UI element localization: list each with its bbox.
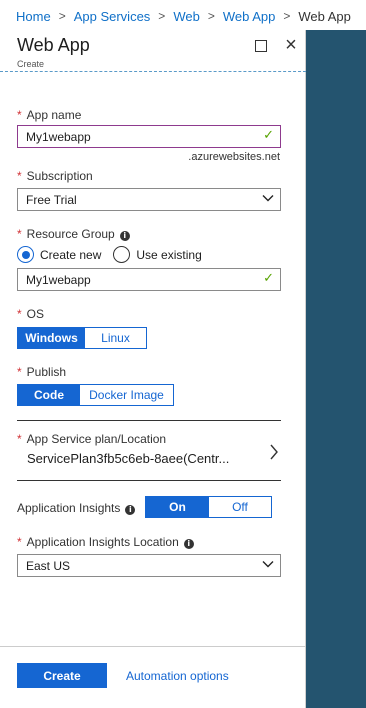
app-service-plan-label: * App Service plan/Location: [17, 432, 166, 446]
os-label: * OS: [17, 307, 44, 321]
os-option-linux[interactable]: Linux: [85, 328, 146, 348]
app-name-label: * App name: [17, 108, 81, 122]
publish-toggle: Code Docker Image: [17, 384, 174, 406]
insights-option-off[interactable]: Off: [209, 497, 271, 517]
info-icon[interactable]: i: [125, 505, 136, 515]
breadcrumb-web-app[interactable]: Web App: [223, 9, 276, 24]
required-marker: *: [17, 227, 22, 241]
resource-group-label-text: Resource Group: [26, 227, 115, 241]
radio-create-new-label: Create new: [40, 247, 102, 262]
section-divider: [17, 420, 281, 421]
insights-option-on[interactable]: On: [146, 497, 209, 517]
automation-options-link[interactable]: Automation options: [126, 669, 229, 683]
application-insights-label-text: Application Insights: [17, 501, 121, 515]
required-marker: *: [17, 432, 22, 446]
resource-group-input[interactable]: My1webapp ✓: [17, 268, 281, 291]
breadcrumb-current: Web App: [298, 8, 351, 24]
chevron-down-icon: [262, 192, 274, 202]
breadcrumb-web[interactable]: Web: [173, 9, 200, 24]
subscription-label: * Subscription: [17, 169, 93, 183]
section-divider: [17, 480, 281, 481]
radio-button-selected[interactable]: [17, 246, 34, 263]
insights-location-select[interactable]: East US: [17, 554, 281, 577]
blade-subtitle: Create: [17, 59, 45, 69]
app-name-input[interactable]: My1webapp ✓: [17, 125, 281, 148]
blade-title: Web App: [17, 35, 90, 55]
valid-check-icon: ✓: [263, 271, 274, 286]
os-label-text: OS: [26, 307, 45, 321]
blade-header: Web App Create ×: [0, 30, 306, 72]
required-marker: *: [17, 535, 22, 549]
subscription-select[interactable]: Free Trial: [17, 188, 281, 211]
maximize-icon[interactable]: [253, 38, 269, 54]
required-marker: *: [17, 169, 22, 183]
insights-location-label: * Application Insights Location i: [17, 535, 194, 549]
subscription-value: Free Trial: [26, 193, 77, 207]
close-icon[interactable]: ×: [283, 35, 299, 55]
app-service-plan-value: ServicePlan3fb5c6eb-8aee(Centr...: [27, 451, 230, 466]
insights-location-value: East US: [26, 559, 71, 573]
radio-button[interactable]: [113, 246, 131, 263]
required-marker: *: [17, 365, 22, 379]
app-service-plan-label-text: App Service plan/Location: [26, 432, 167, 446]
publish-option-docker-image[interactable]: Docker Image: [80, 385, 173, 405]
breadcrumb-separator: >: [207, 9, 215, 23]
footer-divider: [0, 646, 306, 647]
insights-location-label-text: Application Insights Location: [26, 535, 179, 549]
breadcrumb-app-services[interactable]: App Services: [74, 9, 151, 24]
info-icon[interactable]: i: [183, 539, 194, 549]
publish-option-code[interactable]: Code: [18, 385, 80, 405]
chevron-down-icon: [262, 558, 274, 568]
breadcrumb-separator: >: [158, 9, 166, 23]
breadcrumb-separator: >: [58, 9, 66, 23]
publish-label: * Publish: [17, 365, 66, 379]
app-name-label-text: App name: [26, 108, 82, 122]
radio-use-existing[interactable]: Use existing: [113, 246, 202, 263]
subscription-label-text: Subscription: [26, 169, 93, 183]
radio-create-new[interactable]: Create new: [17, 246, 101, 263]
resource-group-value: My1webapp: [26, 273, 91, 287]
app-name-value: My1webapp: [26, 130, 91, 144]
app-name-domain-suffix: .azurewebsites.net: [188, 151, 280, 163]
create-button[interactable]: Create: [17, 663, 107, 688]
breadcrumb: Home > App Services > Web > Web App > We…: [0, 0, 366, 32]
required-marker: *: [17, 108, 22, 122]
application-insights-label: Application Insights i: [17, 501, 136, 515]
chevron-right-icon: [269, 444, 279, 460]
breadcrumb-separator: >: [283, 9, 291, 23]
application-insights-toggle: On Off: [145, 496, 272, 518]
resource-group-radio-group: Create new Use existing: [17, 246, 214, 263]
required-marker: *: [17, 307, 22, 321]
breadcrumb-home[interactable]: Home: [16, 9, 51, 24]
create-web-app-blade: Web App Create × * App name My1webapp ✓ .…: [0, 30, 306, 708]
resource-group-label: * Resource Group i: [17, 227, 130, 241]
app-service-plan-row[interactable]: * App Service plan/Location ServicePlan3f…: [17, 426, 281, 478]
os-toggle: Windows Linux: [17, 327, 147, 349]
publish-label-text: Publish: [26, 365, 67, 379]
valid-check-icon: ✓: [263, 128, 274, 143]
background-panel: [306, 30, 366, 708]
os-option-windows[interactable]: Windows: [18, 328, 85, 348]
radio-use-existing-label: Use existing: [136, 247, 202, 262]
info-icon[interactable]: i: [119, 231, 130, 241]
